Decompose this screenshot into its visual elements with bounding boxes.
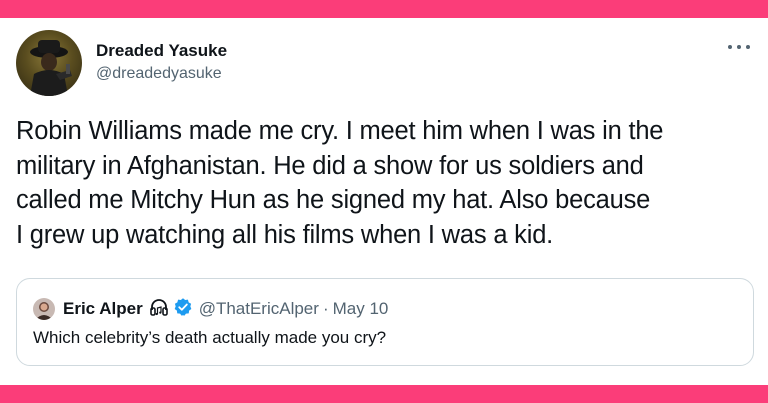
avatar-image <box>30 40 72 96</box>
more-dot <box>728 45 732 49</box>
tweet-text-line: Robin Williams made me cry. I meet him w… <box>16 117 664 145</box>
more-dot <box>746 45 750 49</box>
separator-dot: · <box>322 299 329 318</box>
bottom-frame-bar <box>0 385 768 403</box>
tweet-text-line: I grew up watching all his films when I … <box>16 220 554 249</box>
top-frame-bar <box>0 0 768 18</box>
quoted-author-name[interactable]: Eric Alper <box>63 299 143 319</box>
author-name[interactable]: Dreaded Yasuke <box>96 41 227 61</box>
quoted-tweet-date[interactable]: May 10 <box>333 299 389 319</box>
quoted-author-avatar[interactable] <box>33 298 55 320</box>
headphones-icon <box>149 298 169 321</box>
quoted-tweet-header: Eric Alper @ThatEricAlper · May 10 <box>33 297 388 321</box>
quoted-tweet-text: Which celebrity’s death actually made yo… <box>33 328 387 347</box>
author-handle[interactable]: @dreadedyasuke <box>96 65 222 83</box>
more-options-icon[interactable] <box>724 36 754 56</box>
quoted-tweet-card[interactable]: Eric Alper @ThatEricAlper · May 10 Which… <box>16 278 754 366</box>
verified-badge-icon <box>173 297 193 322</box>
tweet-text: Robin Williams made me cry. I meet him w… <box>16 114 756 252</box>
more-dot <box>737 45 741 49</box>
tweet-text-line: military in Afghanistan. He did a show f… <box>16 151 644 180</box>
quoted-author-handle[interactable]: @ThatEricAlper <box>199 299 319 319</box>
avatar-image <box>35 302 53 320</box>
author-avatar[interactable] <box>16 30 82 96</box>
tweet-text-line: called me Mitchy Hun as he signed my hat… <box>16 186 651 214</box>
